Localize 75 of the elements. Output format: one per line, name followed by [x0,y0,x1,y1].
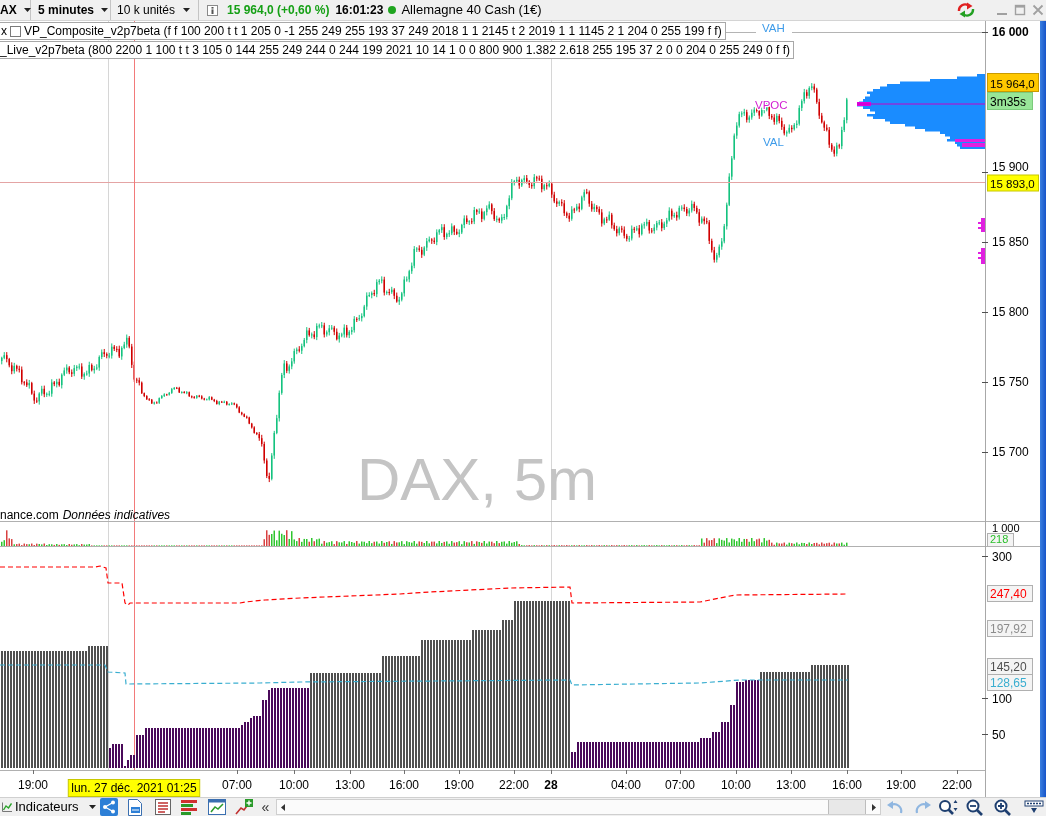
indicator-axis-label: 50 [992,727,1006,742]
zoom-in-icon[interactable] [994,798,1013,816]
checklist-icon[interactable] [154,799,171,815]
volume-axis-label: 1 000 [992,522,1020,534]
price-axis-label: 15 750 [992,374,1029,389]
price-axis-label: 15 850 [992,234,1029,249]
price-change-text: 15 964,0 (+0,60 %) [227,2,330,18]
chart-add-icon[interactable] [234,799,253,815]
time-axis-label: 10:00 [279,778,309,792]
time-axis-label: 16:00 [389,778,419,792]
profile-level-label: VAH [762,22,785,34]
bar-list-icon[interactable] [179,799,198,815]
level-marker-icon [978,248,985,264]
document-icon[interactable] [126,798,143,816]
refresh-icon[interactable] [956,2,976,18]
level-marker-icon [978,218,985,232]
time-axis-label: 19:00 [444,778,474,792]
scroll-left-icon[interactable] [281,803,286,811]
indicator-axis-label: 300 [992,549,1013,564]
price-axis-label: 15 700 [992,444,1029,459]
chart-symbol-text: DAX, 5m [356,446,598,513]
caret-icon [23,8,31,12]
time-axis-label: 16:00 [832,778,862,792]
cursor-date-label: lun. 27 déc. 2021 01:25 [67,779,201,797]
collapse-button[interactable]: « [259,800,272,814]
price-axis-label: 16 000 [992,24,1029,39]
caret-icon[interactable] [88,805,96,809]
time-axis-label: 13:00 [776,778,806,792]
time-axis-label: 04:00 [611,778,641,792]
toolbar-icon[interactable] [1024,800,1045,814]
profile-edge-bars [955,139,985,147]
caret-icon [101,8,108,12]
time-axis-label: 10:00 [721,778,751,792]
source-text: nance.com [0,508,59,522]
quantity-dropdown[interactable]: 10 k unités [111,0,199,20]
volume-value-label: 218 [987,533,1014,547]
checkbox[interactable] [10,25,21,37]
crosshair-price-label: 15 893,0 [987,174,1039,192]
time-axis-label: 07:00 [222,778,252,792]
time-axis-label: 13:00 [335,778,365,792]
instrument-dropdown[interactable]: AX [0,0,31,20]
indicator-value-label: 247,40 [987,585,1033,602]
zoom-vertical-icon[interactable] [938,798,959,816]
indicators-button[interactable]: Indicateurs [0,798,81,816]
scroll-thumb[interactable] [828,800,867,814]
timeframe-dropdown[interactable]: 5 minutes [31,0,111,20]
countdown-label: 3m35s [987,92,1033,110]
price-axis-label: 15 800 [992,304,1029,319]
time-axis-label: 19:00 [886,778,916,792]
horizontal-scrollbar[interactable] [276,799,882,815]
indicator-parameters: _Live_v2p7beta (800 2200 1 100 t t 3 105 0 144 255 249 244 0 244 199 2021 10 14 1 0 0 800 900 1.382 2.618 255 195 37 2 0 0 204 0 255 249 0 f f) [0,42,790,58]
time-axis-label: 07:00 [665,778,695,792]
indicator-value-label: 128,65 [987,674,1033,691]
zoom-out-icon[interactable] [966,798,985,816]
info-icon[interactable] [207,4,218,16]
line-chart-icon [2,802,12,812]
indicator-parameters: VP_Composite_v2p7beta (f f 100 200 t t 1 205 0 -1 255 249 255 193 37 249 2018 1 1 2145 t 2 2019 1 1 1145 2 1 204 0 255 199 f f) [24,23,722,39]
profile-level-label: VAL [763,136,784,148]
indicator-value-label: 145,20 [987,658,1033,675]
time-axis-label: 28 [544,778,558,792]
scroll-right-icon[interactable] [872,803,877,811]
indicator-axis-label: 100 [992,691,1013,706]
last-price-label: 15 964,0 [987,73,1039,92]
chart-window-icon[interactable] [207,799,226,815]
disclaimer-text: Données indicatives [62,508,171,522]
cut-off-label: x [0,23,7,39]
indicator-value-label: 197,92 [987,620,1033,637]
time-axis-label: 22:00 [942,778,972,792]
share-icon[interactable] [99,798,118,816]
market-name-text: Allemagne 40 Cash (1€) [401,2,542,18]
caret-icon [183,8,191,12]
price-axis-label: 15 900 [992,159,1029,174]
time-axis-label: 19:00 [18,778,48,792]
time-axis-label: 22:00 [499,778,529,792]
clock-text: 16:01:23 [335,2,384,18]
